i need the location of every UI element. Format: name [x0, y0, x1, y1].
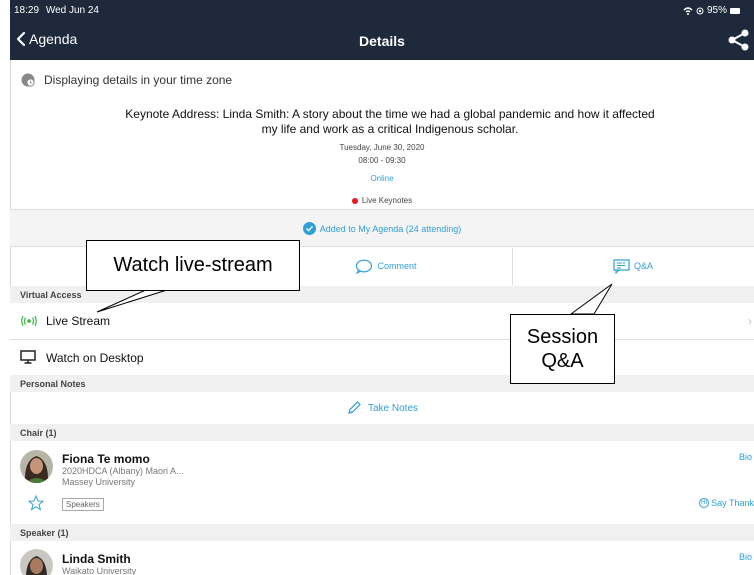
section-header-chair: Chair (1) — [10, 424, 754, 441]
chevron-right-icon: › — [748, 314, 752, 328]
callout-watch-livestream: Watch live-stream — [86, 240, 300, 291]
avatar[interactable] — [20, 450, 53, 483]
chair-organization: Massey University — [62, 477, 136, 487]
session-location[interactable]: Online — [10, 174, 754, 183]
section-header-personal-notes: Personal Notes — [10, 375, 754, 392]
pencil-icon — [348, 401, 361, 414]
take-notes-label: Take Notes — [367, 402, 419, 414]
say-thanks-label: Say Thank — [711, 498, 754, 508]
callout-text: Session — [526, 326, 599, 348]
watch-desktop-label: Watch on Desktop — [46, 351, 144, 365]
timezone-notice: Displaying details in your time zone — [20, 72, 232, 88]
track-color-dot — [351, 197, 358, 204]
qa-label: Q&A — [633, 261, 653, 271]
section-label: Personal Notes — [20, 379, 86, 389]
session-title-line2: my life and work as a critical Indigenou… — [261, 122, 519, 136]
share-icon[interactable] — [728, 29, 750, 51]
hi-badge-icon: HI — [699, 498, 710, 508]
status-date: Wed Jun 24 — [45, 5, 99, 16]
chair-bio-link[interactable]: Bio — [739, 452, 752, 462]
speaker-name[interactable]: Linda Smith — [62, 552, 131, 566]
section-label: Chair (1) — [20, 428, 57, 438]
star-icon[interactable] — [28, 495, 44, 511]
session-title-line1: Keynote Address: Linda Smith: A story ab… — [125, 107, 655, 121]
watch-desktop-row[interactable]: Watch on Desktop — [10, 340, 754, 376]
monitor-icon — [20, 350, 36, 364]
orientation-lock-icon — [696, 7, 704, 14]
speaker-organization: Waikato University — [62, 566, 137, 575]
agenda-status: Added to My Agenda (24 attending) — [10, 222, 754, 235]
track-label: Live Keynotes — [361, 196, 413, 205]
status-left: 18:29 Wed Jun 24 — [14, 5, 99, 16]
callout-text: Q&A — [541, 350, 584, 372]
timezone-text: Displaying details in your time zone — [44, 73, 233, 87]
callout-session-qa: Session Q&A — [510, 314, 615, 384]
section-label: Virtual Access — [20, 290, 82, 300]
status-right: 95% — [683, 5, 740, 16]
avatar[interactable] — [20, 549, 53, 575]
session-time: 08:00 - 09:30 — [358, 156, 406, 165]
divider — [512, 248, 513, 285]
status-bar: 18:29 Wed Jun 24 95% — [10, 0, 754, 22]
battery-icon — [730, 7, 740, 14]
section-label: Speaker (1) — [20, 528, 69, 538]
qa-button[interactable]: Q&A — [512, 247, 754, 285]
agenda-status-text: Added to My Agenda (24 attending) — [319, 223, 462, 234]
speech-bubble-icon — [356, 259, 373, 274]
callout-text: Watch live-stream — [113, 254, 273, 276]
session-title: Keynote Address: Linda Smith: A story ab… — [95, 107, 685, 137]
broadcast-icon — [21, 315, 37, 327]
live-stream-label: Live Stream — [46, 314, 111, 328]
page-title: Details — [359, 33, 405, 49]
checkmark-icon — [302, 222, 316, 235]
take-notes-button[interactable]: Take Notes — [10, 391, 754, 425]
chair-role: 2020HDCA (Albany) Maori A... — [62, 466, 184, 476]
live-stream-row[interactable]: Live Stream › — [10, 303, 754, 339]
speaker-tag: Speakers — [62, 498, 104, 511]
speaker-bio-link[interactable]: Bio — [739, 552, 752, 562]
app-frame: 18:29 Wed Jun 24 95% Agenda Details Disp… — [0, 0, 754, 575]
globe-clock-icon — [21, 73, 35, 87]
say-thanks-button[interactable]: HI Say Thank — [699, 498, 754, 508]
comment-label: Comment — [377, 261, 417, 271]
chair-name[interactable]: Fiona Te momo — [62, 452, 150, 466]
nav-bar: Agenda Details — [10, 22, 754, 60]
wifi-icon — [683, 6, 693, 15]
session-track: Live Keynotes — [10, 196, 754, 205]
status-time: 18:29 — [14, 5, 40, 16]
session-date: Tuesday, June 30, 2020 — [339, 143, 425, 152]
section-header-speaker: Speaker (1) — [10, 524, 754, 541]
qa-icon — [613, 258, 630, 274]
battery-percent: 95% — [706, 5, 727, 16]
